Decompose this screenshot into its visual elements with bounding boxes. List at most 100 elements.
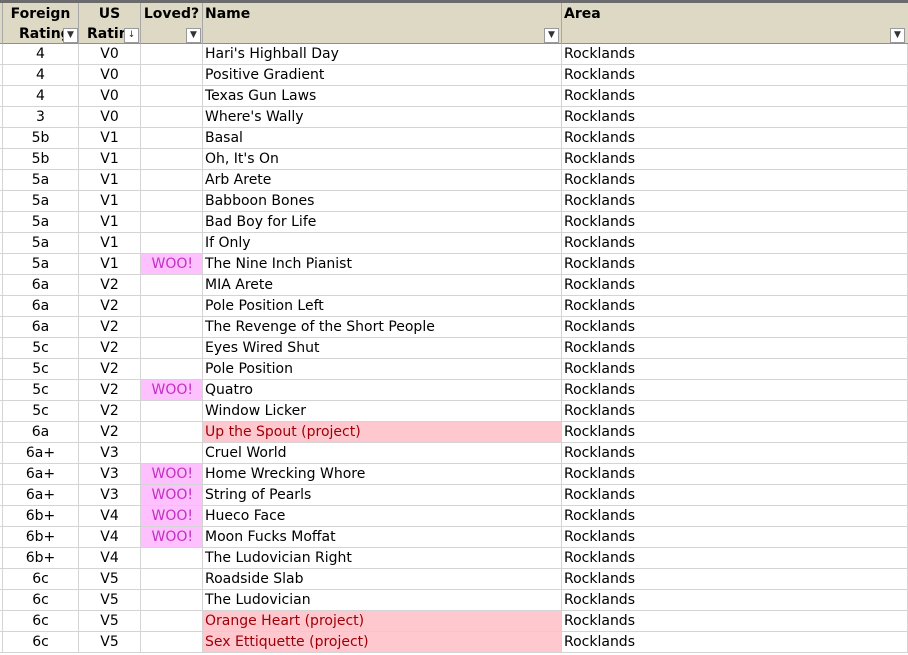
us-rating-cell[interactable]: V1 [79, 212, 141, 232]
foreign-rating-cell[interactable]: 6a [3, 275, 79, 295]
loved-cell[interactable]: WOO! [141, 527, 203, 547]
name-cell[interactable]: MIA Arete [203, 275, 562, 295]
area-cell[interactable]: Rocklands [562, 338, 908, 358]
loved-cell[interactable] [141, 107, 203, 127]
foreign-rating-cell[interactable]: 3 [3, 107, 79, 127]
foreign-rating-cell[interactable]: 6a [3, 296, 79, 316]
us-rating-cell[interactable]: V1 [79, 254, 141, 274]
foreign-rating-cell[interactable]: 6c [3, 590, 79, 610]
area-cell[interactable]: Rocklands [562, 590, 908, 610]
loved-cell[interactable]: WOO! [141, 254, 203, 274]
us-rating-cell[interactable]: V2 [79, 296, 141, 316]
name-cell[interactable]: Roadside Slab [203, 569, 562, 589]
foreign-rating-cell[interactable]: 4 [3, 65, 79, 85]
loved-cell[interactable]: WOO! [141, 380, 203, 400]
name-cell[interactable]: Texas Gun Laws [203, 86, 562, 106]
name-cell[interactable]: Orange Heart (project) [203, 611, 562, 631]
foreign-rating-cell[interactable]: 6c [3, 611, 79, 631]
loved-cell[interactable] [141, 65, 203, 85]
name-cell[interactable]: Up the Spout (project) [203, 422, 562, 442]
area-cell[interactable]: Rocklands [562, 380, 908, 400]
header-foreign-rating[interactable]: Foreign Rating ▼ [3, 3, 79, 44]
foreign-rating-cell[interactable]: 6a+ [3, 464, 79, 484]
us-rating-cell[interactable]: V5 [79, 611, 141, 631]
foreign-rating-cell[interactable]: 6a [3, 422, 79, 442]
name-cell[interactable]: If Only [203, 233, 562, 253]
us-rating-cell[interactable]: V4 [79, 506, 141, 526]
foreign-rating-cell[interactable]: 4 [3, 86, 79, 106]
us-rating-cell[interactable]: V1 [79, 149, 141, 169]
loved-cell[interactable] [141, 149, 203, 169]
us-rating-cell[interactable]: V3 [79, 443, 141, 463]
area-cell[interactable]: Rocklands [562, 275, 908, 295]
filter-dropdown-icon[interactable]: ▼ [544, 28, 559, 43]
area-cell[interactable]: Rocklands [562, 611, 908, 631]
name-cell[interactable]: Hueco Face [203, 506, 562, 526]
loved-cell[interactable] [141, 275, 203, 295]
us-rating-cell[interactable]: V0 [79, 65, 141, 85]
name-cell[interactable]: Pole Position Left [203, 296, 562, 316]
us-rating-cell[interactable]: V2 [79, 380, 141, 400]
us-rating-cell[interactable]: V1 [79, 128, 141, 148]
area-cell[interactable]: Rocklands [562, 191, 908, 211]
name-cell[interactable]: Arb Arete [203, 170, 562, 190]
us-rating-cell[interactable]: V4 [79, 527, 141, 547]
loved-cell[interactable] [141, 128, 203, 148]
foreign-rating-cell[interactable]: 6a+ [3, 485, 79, 505]
area-cell[interactable]: Rocklands [562, 317, 908, 337]
us-rating-cell[interactable]: V5 [79, 590, 141, 610]
name-cell[interactable]: String of Pearls [203, 485, 562, 505]
us-rating-cell[interactable]: V3 [79, 464, 141, 484]
loved-cell[interactable] [141, 548, 203, 568]
us-rating-cell[interactable]: V2 [79, 401, 141, 421]
foreign-rating-cell[interactable]: 5a [3, 254, 79, 274]
area-cell[interactable]: Rocklands [562, 170, 908, 190]
loved-cell[interactable] [141, 44, 203, 64]
us-rating-cell[interactable]: V5 [79, 632, 141, 652]
loved-cell[interactable] [141, 191, 203, 211]
foreign-rating-cell[interactable]: 6a+ [3, 443, 79, 463]
area-cell[interactable]: Rocklands [562, 128, 908, 148]
area-cell[interactable]: Rocklands [562, 569, 908, 589]
area-cell[interactable]: Rocklands [562, 485, 908, 505]
foreign-rating-cell[interactable]: 5c [3, 338, 79, 358]
area-cell[interactable]: Rocklands [562, 86, 908, 106]
name-cell[interactable]: Pole Position [203, 359, 562, 379]
foreign-rating-cell[interactable]: 5b [3, 128, 79, 148]
loved-cell[interactable] [141, 611, 203, 631]
name-cell[interactable]: Window Licker [203, 401, 562, 421]
name-cell[interactable]: Where's Wally [203, 107, 562, 127]
foreign-rating-cell[interactable]: 5b [3, 149, 79, 169]
loved-cell[interactable] [141, 338, 203, 358]
name-cell[interactable]: Eyes Wired Shut [203, 338, 562, 358]
us-rating-cell[interactable]: V0 [79, 44, 141, 64]
loved-cell[interactable] [141, 359, 203, 379]
loved-cell[interactable] [141, 569, 203, 589]
area-cell[interactable]: Rocklands [562, 548, 908, 568]
area-cell[interactable]: Rocklands [562, 443, 908, 463]
area-cell[interactable]: Rocklands [562, 107, 908, 127]
foreign-rating-cell[interactable]: 6b+ [3, 548, 79, 568]
area-cell[interactable]: Rocklands [562, 422, 908, 442]
loved-cell[interactable] [141, 296, 203, 316]
area-cell[interactable]: Rocklands [562, 506, 908, 526]
loved-cell[interactable]: WOO! [141, 464, 203, 484]
area-cell[interactable]: Rocklands [562, 359, 908, 379]
us-rating-cell[interactable]: V4 [79, 548, 141, 568]
foreign-rating-cell[interactable]: 6a [3, 317, 79, 337]
area-cell[interactable]: Rocklands [562, 233, 908, 253]
name-cell[interactable]: Moon Fucks Moffat [203, 527, 562, 547]
name-cell[interactable]: Basal [203, 128, 562, 148]
name-cell[interactable]: The Ludovician [203, 590, 562, 610]
loved-cell[interactable] [141, 632, 203, 652]
foreign-rating-cell[interactable]: 6b+ [3, 527, 79, 547]
foreign-rating-cell[interactable]: 4 [3, 44, 79, 64]
loved-cell[interactable] [141, 170, 203, 190]
us-rating-cell[interactable]: V2 [79, 359, 141, 379]
area-cell[interactable]: Rocklands [562, 149, 908, 169]
us-rating-cell[interactable]: V1 [79, 233, 141, 253]
foreign-rating-cell[interactable]: 5a [3, 170, 79, 190]
us-rating-cell[interactable]: V0 [79, 86, 141, 106]
foreign-rating-cell[interactable]: 5c [3, 380, 79, 400]
us-rating-cell[interactable]: V5 [79, 569, 141, 589]
